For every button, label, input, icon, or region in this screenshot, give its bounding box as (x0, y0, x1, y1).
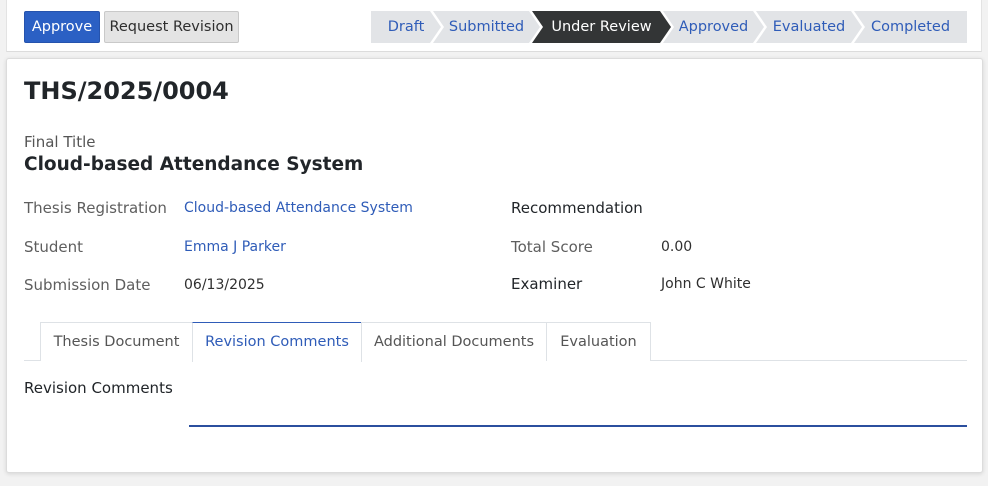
total-score-label: Total Score (511, 238, 593, 256)
notebook-tabs: Thesis Document Revision Comments Additi… (24, 322, 967, 362)
recommendation-label: Recommendation (511, 199, 643, 217)
total-score-value: 0.00 (661, 239, 693, 255)
stage-approved[interactable]: Approved (663, 11, 764, 43)
stage-draft[interactable]: Draft (371, 11, 441, 43)
tab-thesis-document[interactable]: Thesis Document (40, 322, 193, 361)
approve-button[interactable]: Approve (24, 11, 100, 43)
examiner-label: Examiner (511, 275, 583, 293)
final-title-value[interactable]: Cloud-based Attendance System (24, 154, 363, 175)
submission-date-label: Submission Date (24, 276, 151, 294)
stage-under-review[interactable]: Under Review (532, 11, 671, 43)
thesis-registration-label: Thesis Registration (24, 199, 167, 217)
stage-completed[interactable]: Completed (854, 11, 967, 43)
record-reference: THS/2025/0004 (24, 77, 229, 105)
stage-evaluated[interactable]: Evaluated (756, 11, 862, 43)
student-link[interactable]: Emma J Parker (184, 239, 286, 255)
submission-date-value[interactable]: 06/13/2025 (184, 277, 265, 293)
revision-comments-label: Revision Comments (24, 379, 173, 397)
form-sheet: THS/2025/0004 Final Title Cloud-based At… (6, 58, 983, 473)
status-bar: Draft Submitted Under Review Approved Ev… (371, 11, 967, 43)
revision-comments-input[interactable] (189, 397, 967, 427)
student-label: Student (24, 238, 84, 256)
tab-revision-comments[interactable]: Revision Comments (192, 322, 362, 362)
thesis-registration-link[interactable]: Cloud-based Attendance System (184, 200, 413, 216)
stage-submitted[interactable]: Submitted (433, 11, 540, 43)
request-revision-button[interactable]: Request Revision (104, 11, 239, 43)
control-panel: Approve Request Revision Draft Submitted… (6, 0, 982, 52)
tab-additional-documents[interactable]: Additional Documents (361, 322, 547, 361)
final-title-label: Final Title (24, 133, 96, 151)
tab-evaluation[interactable]: Evaluation (546, 322, 651, 361)
examiner-value[interactable]: John C White (661, 276, 751, 292)
